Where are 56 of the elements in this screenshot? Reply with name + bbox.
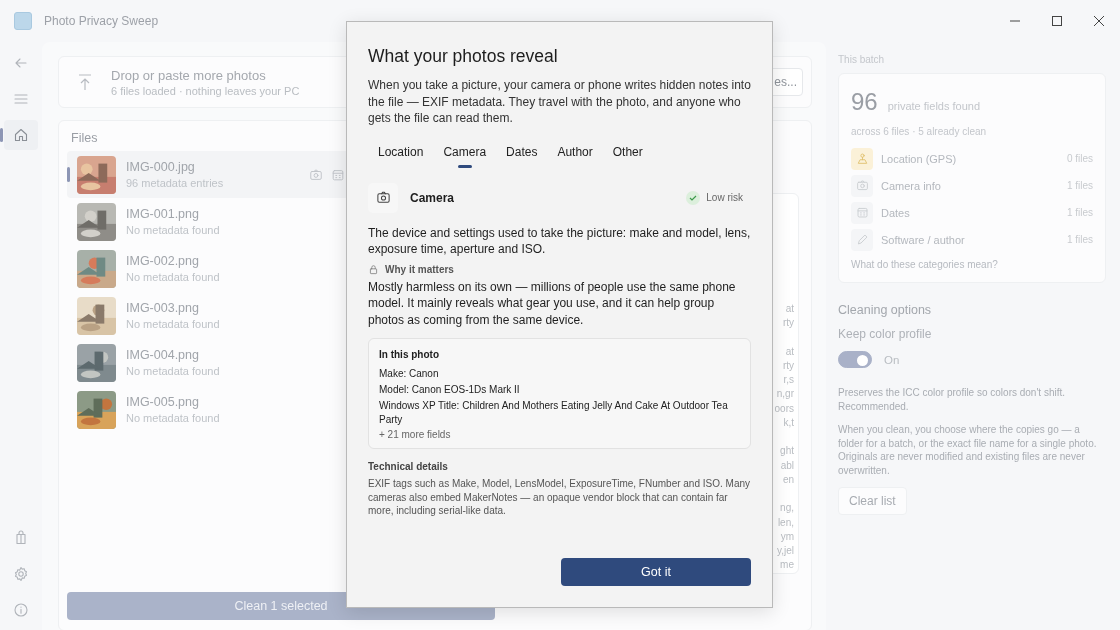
text-fragment: ym — [780, 529, 794, 544]
technical-heading: Technical details — [368, 461, 449, 472]
file-detail: No metadata found — [126, 318, 220, 330]
file-detail: No metadata found — [126, 412, 220, 424]
description: The device and settings used to take the picture: make and model, lens, exposure time, aperture and ISO. — [368, 224, 751, 258]
section-heading: Cleaning options — [838, 303, 933, 317]
text-fragment: n,gr — [776, 387, 794, 402]
option-note: Preserves the ICC color profile so colors don't shift. Recommended. — [838, 386, 1066, 413]
file-name: IMG-002.png — [126, 254, 200, 268]
text-fragment: rty — [782, 358, 794, 373]
option-note: When you clean, you choose where the copies go — a folder for a batch, or the exact file name for a single photo. Originals are never modified and existing files are never overwritten. — [838, 423, 1098, 477]
drop-title: Drop or paste more photos — [111, 67, 267, 83]
file-detail: No metadata found — [126, 365, 220, 377]
category-label: Dates — [881, 206, 910, 219]
category-label: Location (GPS) — [881, 152, 957, 165]
card-heading: In this photo — [379, 349, 440, 360]
category-label: Software / author — [881, 233, 965, 246]
option-label: Keep color profile — [838, 327, 933, 341]
text-fragment: ght — [780, 444, 794, 459]
text-fragment: rty — [782, 316, 794, 331]
text-fragment: len, — [777, 515, 794, 530]
more-fields: + 21 more fields — [379, 429, 740, 440]
toggle-label: On — [884, 353, 900, 366]
metadata-field: Make: Canon — [379, 367, 740, 381]
file-name: IMG-001.png — [126, 207, 200, 221]
files-heading: Files — [70, 131, 99, 147]
window-title: Photo Privacy Sweep — [44, 14, 159, 28]
count-label: private fields found — [887, 100, 981, 112]
text-fragment: k,t — [783, 416, 794, 431]
metadata-field: Windows XP Title: Children And Mothers Eating Jelly And Cake At Outdoor Tea Party — [379, 399, 740, 427]
file-name: IMG-004.png — [126, 348, 200, 362]
dialog-intro: When you take a picture, your camera or phone writes hidden notes into the file — EXIF metadata. They travel with the photo, and anyone who gets the file can read them. — [368, 77, 751, 127]
file-name: IMG-003.png — [126, 301, 200, 315]
text-fragment: oors — [774, 401, 794, 416]
dialog-title: What your photos reveal — [368, 46, 559, 67]
file-name: IMG-005.png — [126, 395, 200, 409]
category-label: Camera info — [881, 179, 941, 192]
file-detail: No metadata found — [126, 224, 220, 236]
text-fragment: at — [785, 344, 794, 359]
text-fragment: abl — [780, 458, 794, 473]
text-fragment: en — [782, 472, 794, 487]
field-count: 96 — [851, 88, 878, 116]
text-fragment: at — [785, 302, 794, 316]
text-fragment: r,s — [783, 373, 794, 388]
why-text: Mostly harmless on its own — millions of people use the same phone model. It mainly reveals what gear you use, and it can help group photos as coming from the same device. — [368, 278, 737, 328]
file-name: IMG-000.jpg — [126, 160, 196, 174]
risk-label: Low risk — [706, 192, 743, 203]
text-fragment: y,jel — [776, 544, 794, 559]
file-detail: No metadata found — [126, 271, 220, 283]
drop-subtitle: 6 files loaded · nothing leaves your PC — [111, 84, 300, 97]
text-fragment: me — [780, 558, 794, 573]
why-heading: Why it matters — [385, 263, 454, 275]
metadata-field: Model: Canon EOS-1Ds Mark II — [379, 383, 740, 397]
section-title: Camera — [410, 190, 455, 205]
technical-text: EXIF tags such as Make, Model, LensModel, ExposureTime, FNumber and ISO. Many cameras also embed MakerNotes — an opaque vendor block that can contain far more, including serial-like data. — [368, 477, 751, 518]
text-fragment: ng, — [780, 501, 794, 516]
